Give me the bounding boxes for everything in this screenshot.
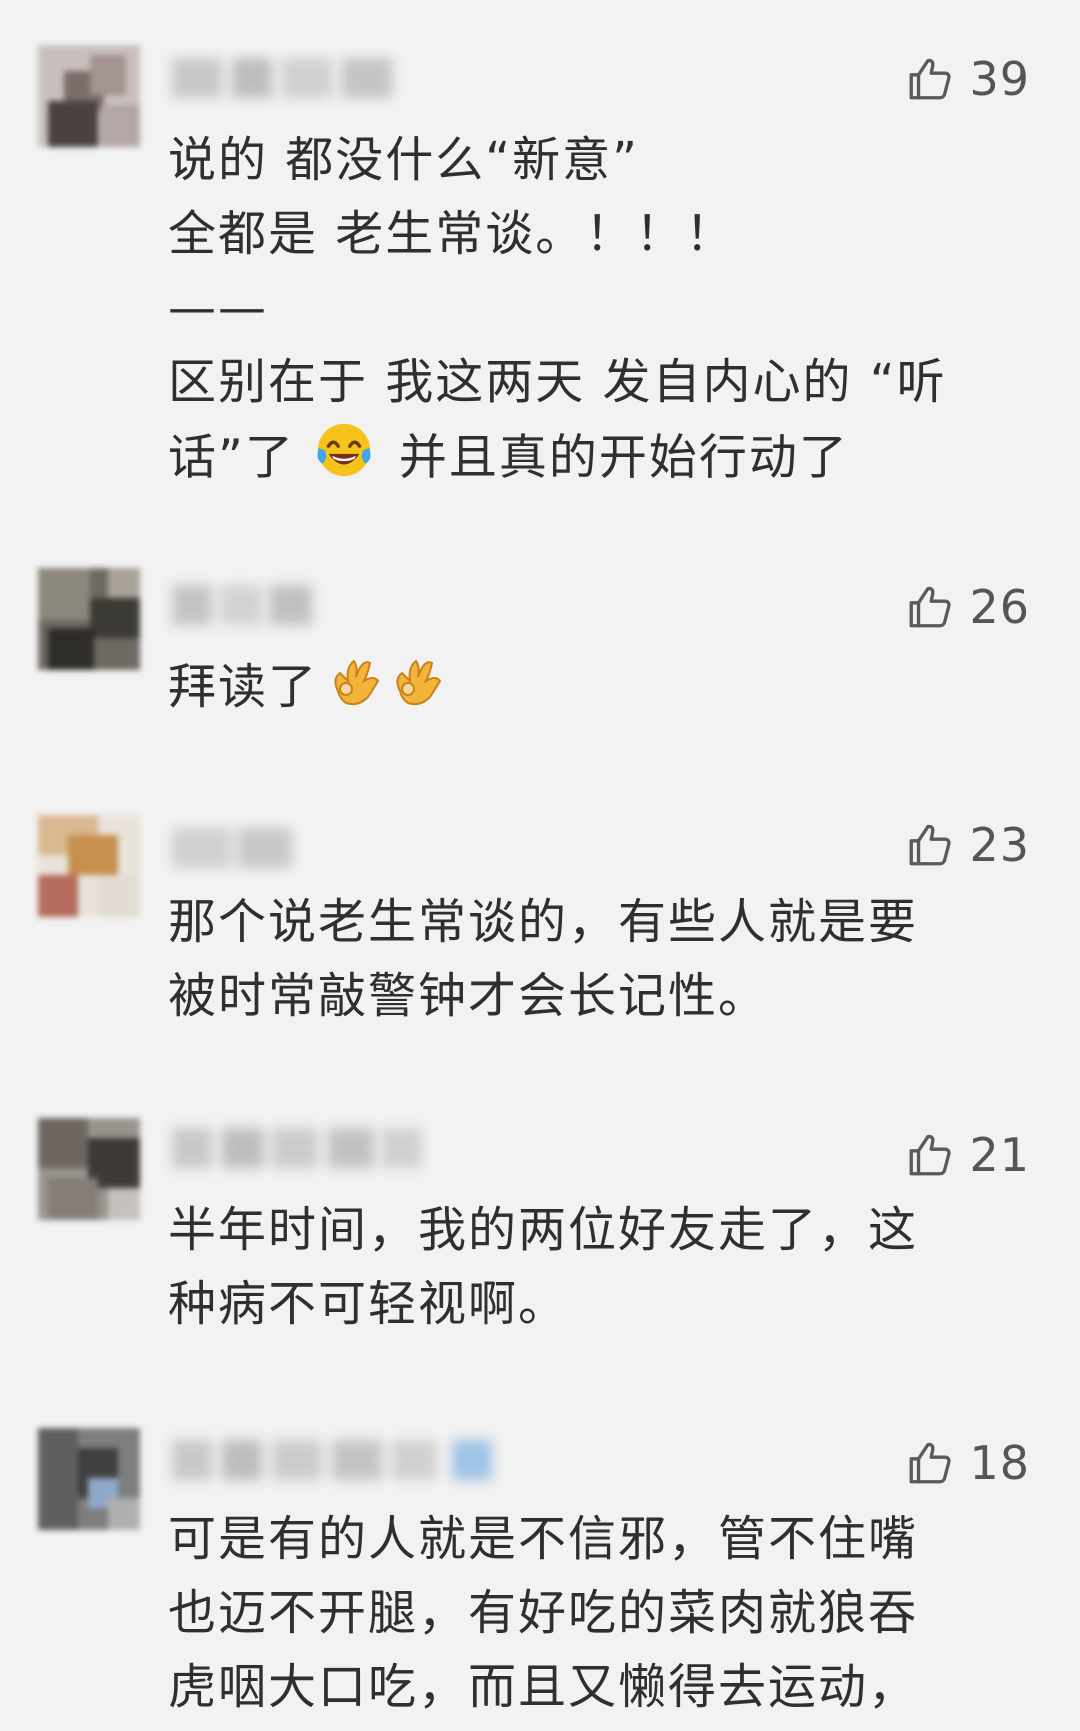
comment-text: 拜读了 [168, 650, 1048, 730]
like-count: 39 [969, 52, 1030, 106]
like-button[interactable]: 23 [905, 818, 1030, 872]
username-blurred[interactable] [172, 585, 312, 625]
comment-line: 被时常敲警钟才会长记性。 [168, 968, 769, 1024]
comment-text: 半年时间，我的两位好友走了，这 种病不可轻视啊。 [168, 1193, 1048, 1341]
like-button[interactable]: 26 [905, 580, 1030, 634]
like-button[interactable]: 21 [905, 1128, 1030, 1182]
comment-line: 区别在于 我这两天 发自内心的 “听 [168, 354, 947, 410]
laughing-tears-icon [313, 419, 375, 502]
comment-line: 半年时间，我的两位好友走了，这 [168, 1202, 919, 1258]
comment-text: 可是有的人就是不信邪，管不住嘴 也迈不开腿，有好吃的菜肉就狼吞 虎咽大口吃，而且… [168, 1502, 1048, 1724]
username-blurred[interactable] [172, 828, 292, 868]
thumbs-up-icon [910, 1442, 952, 1484]
comment-line: 虎咽大口吃，而且又懒得去运动， [168, 1659, 919, 1715]
avatar[interactable] [38, 45, 140, 147]
ok-hand-icon [390, 651, 446, 730]
avatar[interactable] [38, 568, 140, 670]
avatar[interactable] [38, 1428, 140, 1530]
comment-line: 并且真的开始行动了 [398, 429, 849, 486]
comment-line: 全都是 老生常谈。！！！ [168, 206, 736, 262]
comment-line: 拜读了 [168, 659, 319, 715]
comment-line-with-emoji: 话”了 并且真的开始行动了 [168, 419, 1048, 502]
like-count: 26 [969, 580, 1030, 634]
thumbs-up-icon [910, 824, 952, 866]
thumbs-up-icon [910, 1134, 952, 1176]
thumbs-up-icon [910, 58, 952, 100]
comment-line: 话”了 [168, 429, 295, 486]
comment-line: 可是有的人就是不信邪，管不住嘴 [168, 1511, 919, 1567]
comment-line: 种病不可轻视啊。 [168, 1276, 569, 1332]
comment-line: 也迈不开腿，有好吃的菜肉就狼吞 [168, 1585, 919, 1641]
thumbs-up-icon [910, 586, 952, 628]
comment-line: —— [168, 280, 268, 336]
like-count: 18 [969, 1436, 1030, 1490]
comment-line: 说的 都没什么“新意” [168, 132, 639, 188]
comment-line: 那个说老生常谈的，有些人就是要 [168, 894, 919, 950]
username-blurred[interactable] [172, 1440, 502, 1480]
comment-text: 说的 都没什么“新意” 全都是 老生常谈。！！！ —— 区别在于 我这两天 发自… [168, 123, 1048, 502]
like-count: 23 [969, 818, 1030, 872]
username-blurred[interactable] [172, 1128, 422, 1168]
like-button[interactable]: 39 [905, 52, 1030, 106]
comment-text: 那个说老生常谈的，有些人就是要 被时常敲警钟才会长记性。 [168, 885, 1048, 1033]
username-blurred[interactable] [172, 58, 392, 98]
like-button[interactable]: 18 [905, 1436, 1030, 1490]
comment-line-with-emoji: 拜读了 [168, 650, 1048, 730]
ok-hand-icon [328, 651, 384, 730]
like-count: 21 [969, 1128, 1030, 1182]
avatar[interactable] [38, 1118, 140, 1220]
avatar[interactable] [38, 815, 140, 917]
